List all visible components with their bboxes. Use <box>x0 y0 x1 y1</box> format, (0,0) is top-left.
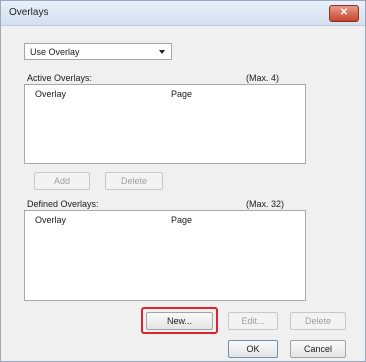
active-column-overlay[interactable]: Overlay <box>35 89 66 99</box>
active-overlays-list[interactable]: Overlay Page <box>24 84 306 164</box>
defined-overlays-max: (Max. 32) <box>246 199 285 209</box>
defined-column-page[interactable]: Page <box>171 215 192 225</box>
delete-active-button[interactable]: Delete <box>105 172 163 190</box>
active-column-page[interactable]: Page <box>171 89 192 99</box>
overlay-mode-select[interactable]: Use Overlay <box>24 43 172 60</box>
defined-column-overlay[interactable]: Overlay <box>35 215 66 225</box>
title-bar: Overlays ✕ <box>1 1 365 26</box>
cancel-button[interactable]: Cancel <box>290 340 346 358</box>
delete-defined-button[interactable]: Delete <box>290 312 346 330</box>
window-title: Overlays <box>9 7 49 18</box>
close-icon: ✕ <box>339 7 349 18</box>
add-button[interactable]: Add <box>34 172 90 190</box>
chevron-down-icon <box>159 50 165 54</box>
defined-overlays-list[interactable]: Overlay Page <box>24 210 306 301</box>
new-button-highlight <box>141 307 218 334</box>
edit-button[interactable]: Edit... <box>228 312 278 330</box>
active-overlays-max: (Max. 4) <box>246 73 280 83</box>
overlays-dialog: Overlays ✕ Use Overlay Active Overlays: … <box>0 0 366 362</box>
close-button[interactable]: ✕ <box>329 5 359 22</box>
overlay-mode-value: Use Overlay <box>30 47 80 57</box>
defined-overlays-label: Defined Overlays: <box>27 199 99 209</box>
ok-button[interactable]: OK <box>228 340 278 358</box>
active-overlays-label: Active Overlays: <box>27 73 93 83</box>
